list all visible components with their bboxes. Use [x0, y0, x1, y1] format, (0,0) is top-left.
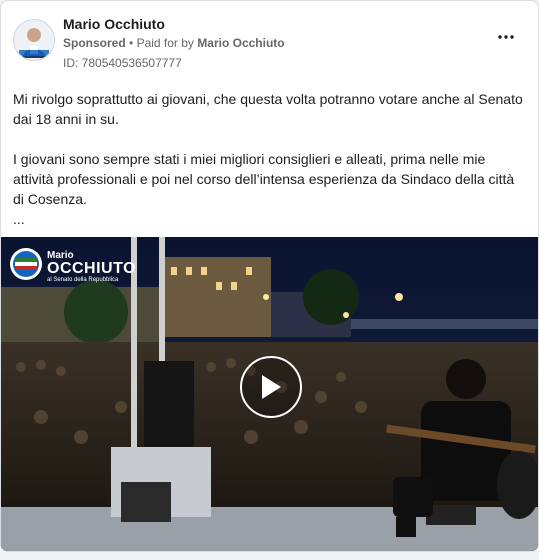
- dot-separator: •: [129, 36, 137, 50]
- play-icon: [262, 375, 281, 399]
- video-player[interactable]: Mario OCCHIUTO al Senato della Repubblic…: [1, 237, 538, 551]
- post-text: Mi rivolgo soprattutto ai giovani, che q…: [13, 89, 525, 229]
- overlay-last-name: OCCHIUTO: [47, 260, 137, 277]
- sponsored-label: Sponsored: [63, 36, 126, 50]
- forza-italia-logo-icon: [10, 248, 42, 280]
- sponsored-post-card: Mario Occhiuto Sponsored • Paid for by M…: [0, 0, 539, 552]
- play-button[interactable]: [240, 356, 302, 418]
- avatar-portrait-icon: [14, 20, 54, 60]
- more-options-button[interactable]: [494, 29, 518, 45]
- paid-by-name[interactable]: Mario Occhiuto: [197, 36, 284, 50]
- sponsor-line: Sponsored • Paid for by Mario Occhiuto: [63, 36, 285, 50]
- overlay-subtitle: al Senato della Repubblica: [47, 277, 119, 283]
- see-more-ellipsis[interactable]: ...: [13, 209, 525, 229]
- paid-for-prefix: Paid for by: [136, 36, 194, 50]
- post-paragraph-2: I giovani sono sempre stati i miei migli…: [13, 151, 515, 207]
- more-horizontal-icon: [498, 35, 514, 39]
- author-name[interactable]: Mario Occhiuto: [63, 16, 165, 32]
- ad-id: ID: 780540536507777: [63, 56, 182, 70]
- post-paragraph-1: Mi rivolgo soprattutto ai giovani, che q…: [13, 91, 523, 127]
- author-avatar[interactable]: [13, 19, 55, 61]
- post-header: Mario Occhiuto Sponsored • Paid for by M…: [13, 13, 526, 73]
- campaign-overlay-logo: Mario OCCHIUTO al Senato della Repubblic…: [9, 247, 159, 287]
